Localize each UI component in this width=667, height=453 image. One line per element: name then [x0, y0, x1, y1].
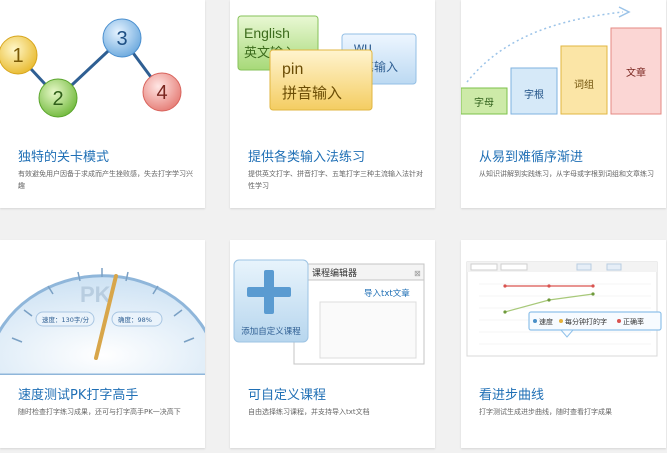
svg-text:添加自定义课程: 添加自定义课程	[241, 326, 301, 337]
progress-curve-illustration: 速度 每分钟打的字 正确率	[461, 240, 666, 379]
svg-text:4: 4	[156, 82, 167, 104]
level-node-1: 1	[0, 35, 38, 75]
svg-text:词组: 词组	[574, 78, 594, 91]
add-custom-course-tile: 添加自定义课程	[233, 259, 309, 343]
card-title: 可自定义课程	[248, 388, 327, 403]
svg-text:确度：98%: 确度：98%	[118, 315, 152, 324]
svg-text:速度：130字/分: 速度：130字/分	[42, 315, 90, 324]
feature-card-speed-test[interactable]: PK 速度：130字/分 确度：98% 速度测试PK打字高手 随时检查打字练习成…	[0, 240, 205, 448]
progressive-steps-illustration: 字母 字根 词组 文章	[461, 0, 666, 139]
svg-text:1: 1	[12, 45, 23, 67]
pinyin-input-card: pin 拼音输入	[269, 49, 373, 111]
svg-text:字母: 字母	[474, 96, 494, 109]
card-title: 提供各类输入法练习	[248, 150, 366, 165]
step-wenzhang: 文章	[610, 27, 662, 115]
feature-card-progress-curve[interactable]: 速度 每分钟打的字 正确率 看进步曲线 打字测试生成进步曲线，随时查看打字成果	[461, 240, 666, 448]
svg-text:English: English	[244, 25, 290, 41]
card-description: 自由选择练习课程，并支持导入txt文档	[248, 408, 370, 416]
level-mode-illustration: 1 2 3 4	[0, 0, 205, 139]
custom-course-illustration: 课程编辑器 ⊠ 导入txt文章 添加自定义课程	[230, 240, 435, 379]
svg-text:PK: PK	[80, 282, 111, 307]
feature-card-level-mode[interactable]: 1 2 3 4 独特的关卡模式 有效避免用户因备于求成而产生挫败感，失去打字学习…	[0, 0, 205, 208]
card-title: 从易到难循序渐进	[479, 150, 584, 165]
level-node-2: 2	[38, 78, 78, 118]
svg-text:2: 2	[52, 88, 63, 110]
feature-card-input-methods[interactable]: English 英文输入 wu 笔输入 pin 拼音输入 提供各类输入法练习 提…	[230, 0, 435, 208]
svg-text:拼音输入: 拼音输入	[282, 84, 342, 102]
svg-text:正确率: 正确率	[623, 317, 644, 326]
card-title: 速度测试PK打字高手	[18, 388, 139, 403]
step-cizu: 词组	[560, 45, 608, 115]
step-zimu: 字母	[461, 87, 508, 115]
svg-text:字根: 字根	[524, 88, 544, 101]
card-description: 提供英文打字、拼音打字、五笔打字三种主流输入法针对性学习	[248, 170, 423, 190]
svg-text:导入txt文章: 导入txt文章	[364, 288, 410, 299]
card-description: 有效避免用户因备于求成而产生挫败感，失去打字学习兴趣	[18, 170, 193, 190]
speed-gauge-illustration: PK 速度：130字/分 确度：98%	[0, 240, 205, 379]
course-editor-window: 课程编辑器 ⊠ 导入txt文章	[293, 263, 425, 365]
close-icon: ⊠	[414, 269, 421, 278]
card-description: 从知识讲解到实践练习，从字母或字根到词组和文章练习	[479, 170, 654, 178]
input-methods-illustration: English 英文输入 wu 笔输入 pin 拼音输入	[230, 0, 435, 139]
step-zigen: 字根	[510, 67, 558, 115]
svg-text:pin: pin	[282, 61, 303, 78]
svg-text:速度: 速度	[539, 317, 553, 326]
feature-card-custom-course[interactable]: 课程编辑器 ⊠ 导入txt文章 添加自定义课程 可自定义课程 自由选择练习课程，…	[230, 240, 435, 448]
feature-card-progressive[interactable]: 字母 字根 词组 文章 从易到难循序渐进 从知识讲解到实践练习，从字母或字根到词…	[461, 0, 666, 208]
card-title: 看进步曲线	[479, 388, 545, 403]
card-description: 随时检查打字练习成果，还可与打字高手PK一决高下	[18, 408, 181, 416]
card-description: 打字测试生成进步曲线，随时查看打字成果	[479, 408, 612, 416]
svg-text:课程编辑器: 课程编辑器	[312, 267, 357, 279]
svg-text:3: 3	[116, 28, 127, 50]
svg-text:每分钟打的字: 每分钟打的字	[565, 317, 607, 326]
level-node-3: 3	[102, 18, 142, 58]
svg-text:文章: 文章	[626, 66, 646, 79]
level-node-4: 4	[142, 72, 182, 112]
card-title: 独特的关卡模式	[18, 150, 110, 165]
